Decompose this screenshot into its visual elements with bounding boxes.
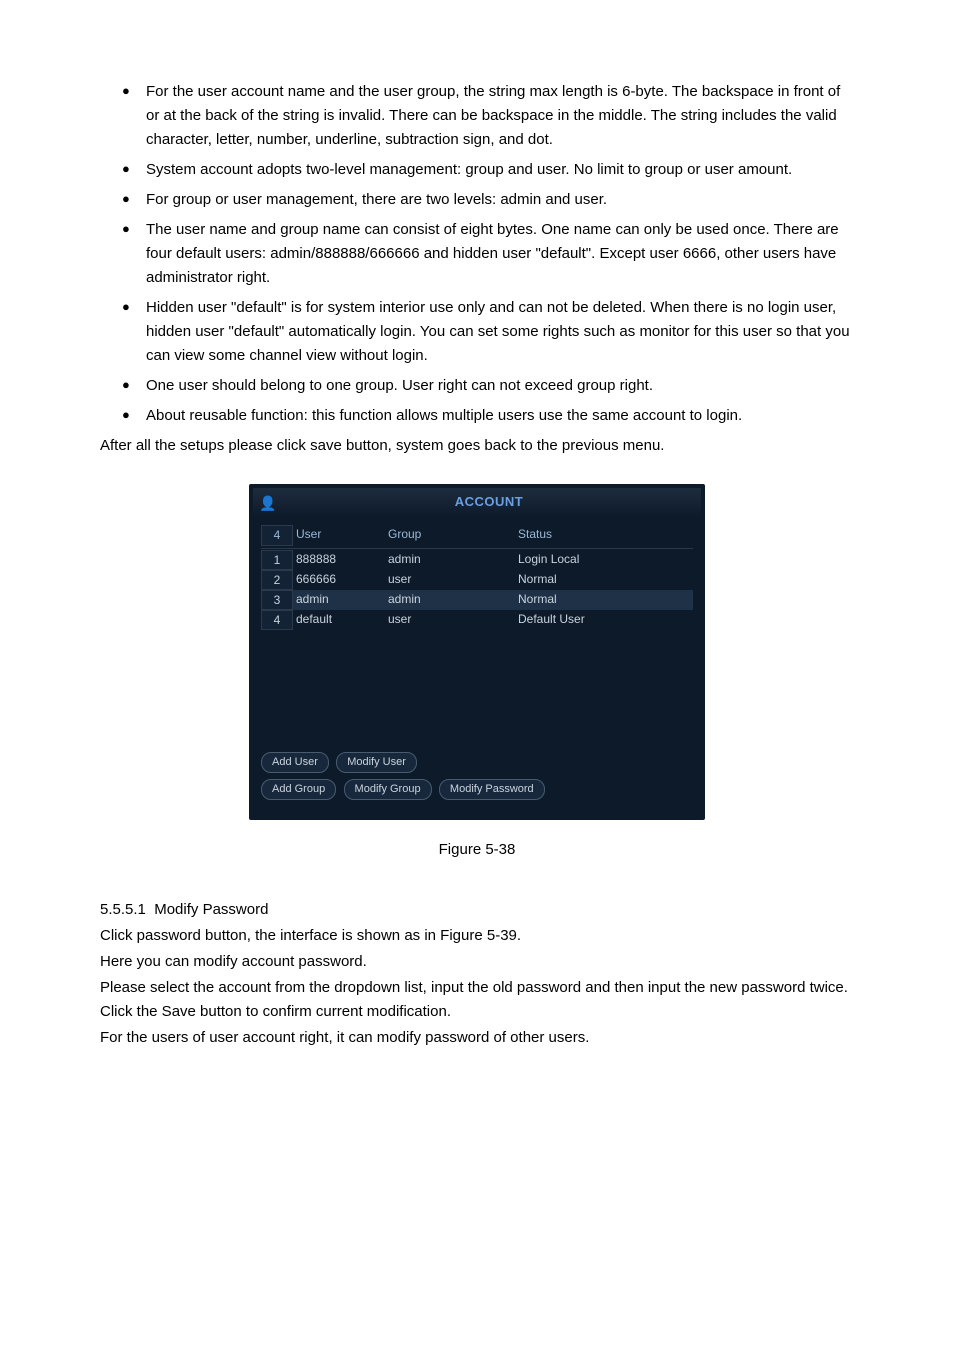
figure-caption: Figure 5-38 — [100, 838, 854, 862]
cell-user: 888888 — [296, 550, 388, 570]
header-group: Group — [388, 525, 518, 546]
bullet-list: For the user account name and the user g… — [100, 80, 854, 428]
section-line: Click password button, the interface is … — [100, 924, 854, 948]
account-icon: 👤 — [259, 492, 277, 514]
bullet-item: System account adopts two-level manageme… — [122, 158, 854, 182]
account-table: 4 User Group Status 1 888888 admin Login… — [253, 517, 701, 744]
table-empty-space — [261, 630, 693, 742]
row-index: 4 — [261, 610, 293, 630]
bullet-item: For the user account name and the user g… — [122, 80, 854, 152]
modify-user-button[interactable]: Modify User — [336, 752, 417, 773]
section-number: 5.5.5.1 — [100, 901, 146, 918]
add-group-button[interactable]: Add Group — [261, 779, 336, 800]
cell-status: Login Local — [518, 550, 693, 570]
bullet-item: About reusable function: this function a… — [122, 404, 854, 428]
cell-group: user — [388, 570, 518, 590]
cell-group: admin — [388, 590, 518, 610]
header-count: 4 — [261, 525, 293, 546]
cell-user: 666666 — [296, 570, 388, 590]
table-row[interactable]: 2 666666 user Normal — [261, 570, 693, 590]
bullet-item: The user name and group name can consist… — [122, 218, 854, 290]
add-user-button[interactable]: Add User — [261, 752, 329, 773]
cell-status: Normal — [518, 590, 693, 610]
button-area: Add User Modify User Add Group Modify Gr… — [253, 744, 701, 816]
table-header: 4 User Group Status — [261, 525, 693, 549]
row-index: 3 — [261, 590, 293, 610]
cell-user: default — [296, 610, 388, 630]
table-row[interactable]: 3 admin admin Normal — [261, 590, 693, 610]
cell-group: user — [388, 610, 518, 630]
modify-group-button[interactable]: Modify Group — [344, 779, 432, 800]
after-bullets-text: After all the setups please click save b… — [100, 434, 854, 458]
section-line: Please select the account from the dropd… — [100, 976, 854, 1024]
window-title-text: ACCOUNT — [455, 494, 524, 509]
account-window: 👤 ACCOUNT 4 User Group Status 1 888888 a… — [249, 484, 705, 820]
section-line: Here you can modify account password. — [100, 950, 854, 974]
bullet-item: For group or user management, there are … — [122, 188, 854, 212]
table-row[interactable]: 4 default user Default User — [261, 610, 693, 630]
section-line: For the users of user account right, it … — [100, 1026, 854, 1050]
figure-account: 👤 ACCOUNT 4 User Group Status 1 888888 a… — [100, 484, 854, 820]
cell-group: admin — [388, 550, 518, 570]
cell-status: Normal — [518, 570, 693, 590]
header-status: Status — [518, 525, 693, 546]
row-index: 1 — [261, 550, 293, 570]
bullet-item: Hidden user "default" is for system inte… — [122, 296, 854, 368]
modify-password-button[interactable]: Modify Password — [439, 779, 545, 800]
window-title-bar: 👤 ACCOUNT — [253, 488, 701, 517]
bullet-item: One user should belong to one group. Use… — [122, 374, 854, 398]
header-user: User — [296, 525, 388, 546]
row-index: 2 — [261, 570, 293, 590]
cell-user: admin — [296, 590, 388, 610]
cell-status: Default User — [518, 610, 693, 630]
section-heading: 5.5.5.1 Modify Password — [100, 898, 854, 922]
section-title-text: Modify Password — [154, 901, 268, 918]
table-row[interactable]: 1 888888 admin Login Local — [261, 550, 693, 570]
